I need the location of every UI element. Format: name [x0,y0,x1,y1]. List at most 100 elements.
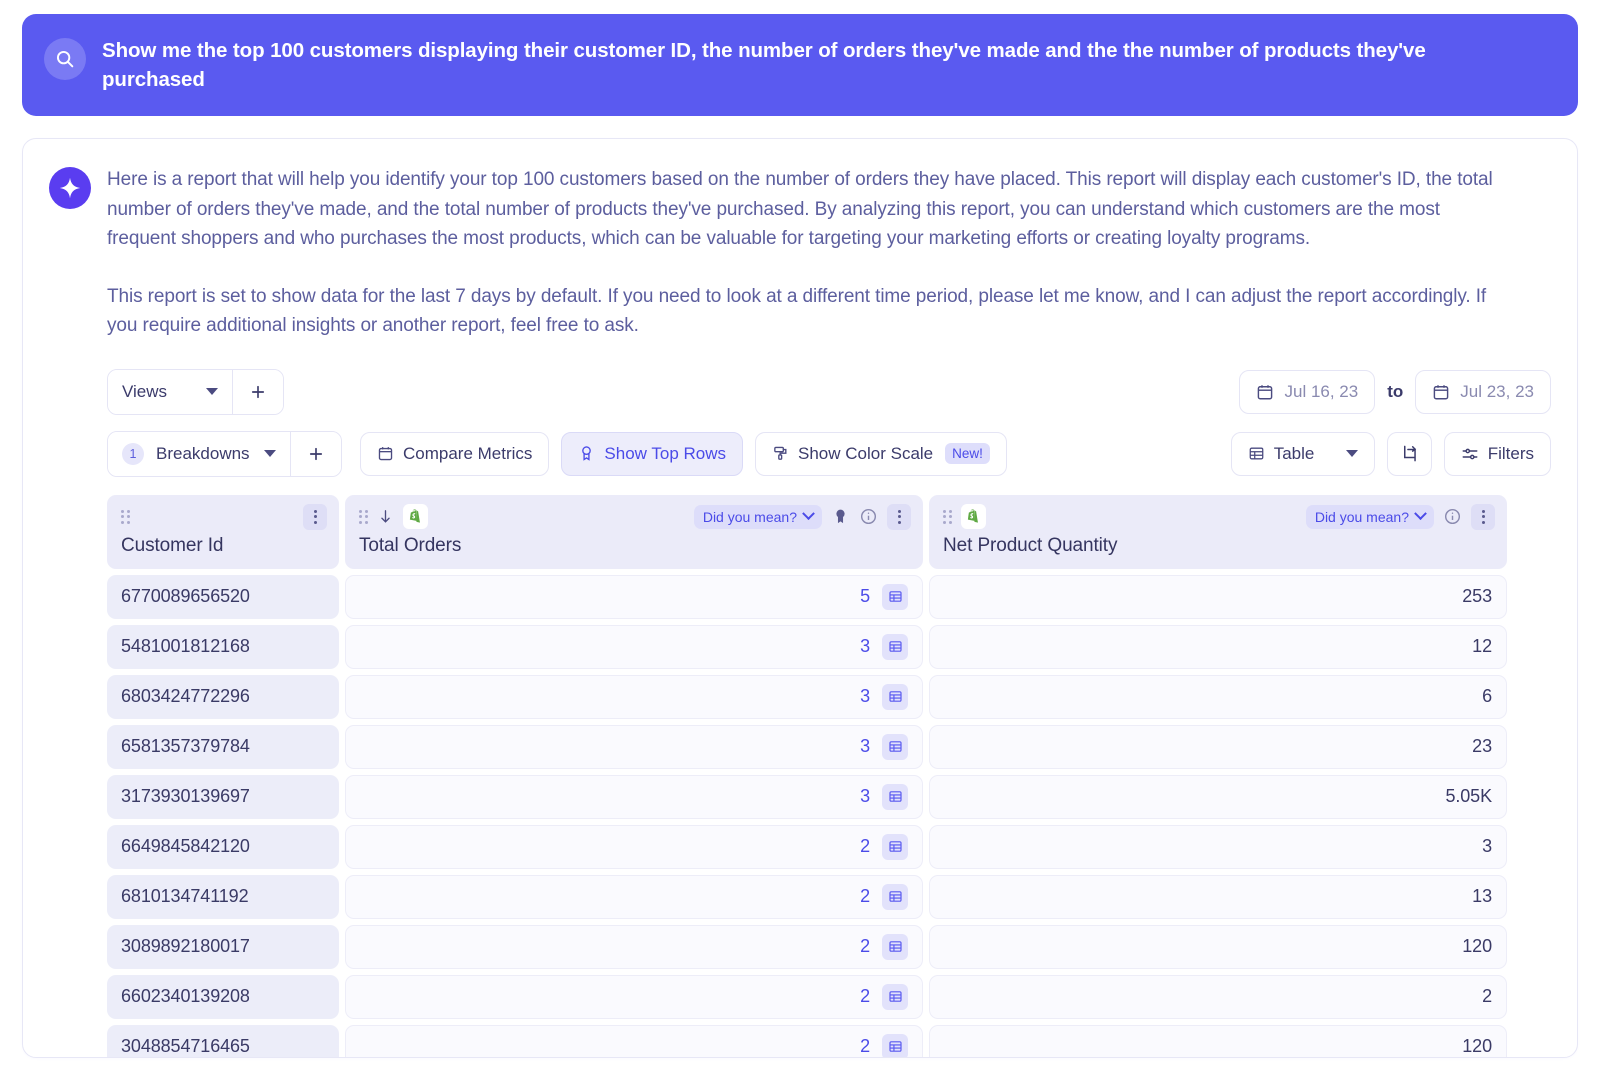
drill-down-table-icon[interactable] [882,583,908,610]
answer-paragraph-2: This report is set to show data for the … [107,285,1487,337]
total-orders-value[interactable]: 3 [860,786,870,807]
table-cell-net-product-quantity: 5.05K [929,774,1507,819]
chevron-down-icon [206,388,218,395]
table-view-label: Table [1273,443,1315,463]
medal-icon [582,446,592,461]
table-cell-total-orders: 3 [345,724,923,769]
filters-icon [1462,448,1478,459]
table-cell-customer-id: 3089892180017 [107,924,339,969]
show-top-rows-button[interactable]: Show Top Rows [561,431,744,476]
table-cell-total-orders: 2 [345,874,923,919]
table-cell-customer-id: 3048854716465 [107,1024,339,1057]
table-cell-total-orders: 2 [345,824,923,869]
drag-handle-icon[interactable] [943,509,952,524]
table-cell-net-product-quantity: 3 [929,824,1507,869]
table-cell-customer-id: 6770089656520 [107,574,339,619]
views-group: Views [107,368,284,415]
table-cell-customer-id: 5481001812168 [107,624,339,669]
total-orders-value[interactable]: 2 [860,986,870,1007]
add-view-button[interactable] [232,369,283,414]
plus-icon [251,385,265,398]
date-from-value: Jul 16, 23 [1284,381,1359,401]
new-badge: New! [945,443,990,464]
total-orders-value[interactable]: 2 [860,836,870,857]
did-you-mean-chip[interactable]: Did you mean? [1305,504,1434,529]
table-cell-total-orders: 2 [345,924,923,969]
table-cell-customer-id: 3173930139697 [107,774,339,819]
drill-down-table-icon[interactable] [882,1033,908,1057]
search-icon [44,38,86,80]
views-label: Views [122,381,168,401]
sparkle-icon [49,167,91,209]
drill-down-table-icon[interactable] [882,983,908,1010]
drag-handle-icon[interactable] [359,509,368,524]
show-color-scale-button[interactable]: Show Color Scale New! [755,431,1007,476]
table-view-select[interactable]: Table [1230,431,1375,476]
total-orders-value[interactable]: 2 [860,1036,870,1057]
table-cell-customer-id: 6810134741192 [107,874,339,919]
add-breakdown-button[interactable] [290,431,341,476]
table-cell-net-product-quantity: 253 [929,574,1507,619]
shopify-icon [960,504,986,529]
sort-descending-icon[interactable] [377,508,394,525]
chevron-down-icon [1345,450,1358,457]
drill-down-table-icon[interactable] [882,833,908,860]
drill-down-table-icon[interactable] [882,933,908,960]
paint-roller-icon [774,446,787,460]
compare-metrics-label: Compare Metrics [403,443,533,463]
chevron-down-icon [264,450,276,457]
table-cell-customer-id: 6649845842120 [107,824,339,869]
drill-down-table-icon[interactable] [882,733,908,760]
column-menu-icon[interactable] [887,503,911,530]
total-orders-value[interactable]: 2 [860,936,870,957]
show-top-rows-label: Show Top Rows [604,443,727,463]
column-header-net-product-quantity: Did you mean? Net Product Quantity [929,494,1507,569]
table-cell-net-product-quantity: 2 [929,974,1507,1019]
breakdowns-count-badge: 1 [122,442,144,465]
table-cell-total-orders: 5 [345,574,923,619]
drill-down-table-icon[interactable] [882,683,908,710]
answer-card: Here is a report that will help you iden… [22,138,1578,1058]
table-cell-total-orders: 2 [345,974,923,1019]
column-menu-icon[interactable] [1471,503,1495,530]
toolbar-row-views: Views Jul 16, 23 to Jul 23, 23 [107,368,1551,415]
table-column-net-product-quantity: Did you mean? Net Product Quantity 253 1… [929,494,1507,1057]
filters-button[interactable]: Filters [1443,431,1551,476]
drill-down-table-icon[interactable] [882,633,908,660]
table-cell-net-product-quantity: 120 [929,1024,1507,1057]
table-cell-net-product-quantity: 120 [929,924,1507,969]
total-orders-value[interactable]: 5 [860,586,870,607]
did-you-mean-chip[interactable]: Did you mean? [693,504,822,529]
breakdowns-select[interactable]: 1 Breakdowns [108,431,290,476]
transpose-button[interactable] [1386,431,1432,476]
date-to-picker[interactable]: Jul 23, 23 [1415,369,1551,414]
table-cell-net-product-quantity: 6 [929,674,1507,719]
info-icon[interactable] [859,507,878,526]
table-column-total-orders: Did you mean? Total Orders 5 3 3 3 3 2 2… [345,494,923,1057]
date-to-value: Jul 23, 23 [1460,381,1534,401]
column-title: Net Product Quantity [943,534,1118,556]
total-orders-value[interactable]: 3 [860,636,870,657]
column-header-customer-id: Customer Id [107,494,339,569]
table-column-customer-id: Customer Id 6770089656520 5481001812168 … [107,494,339,1057]
date-range-separator: to [1387,381,1404,401]
medal-icon[interactable] [831,507,850,526]
breakdowns-group: 1 Breakdowns [107,430,342,477]
drill-down-table-icon[interactable] [882,883,908,910]
column-menu-icon[interactable] [303,503,327,530]
date-from-picker[interactable]: Jul 16, 23 [1239,369,1376,414]
total-orders-value[interactable]: 3 [860,686,870,707]
info-icon[interactable] [1443,507,1462,526]
table-cell-net-product-quantity: 13 [929,874,1507,919]
chevron-down-icon [1414,507,1427,521]
column-title: Customer Id [121,534,224,556]
calendar-icon [378,447,393,461]
drill-down-table-icon[interactable] [882,783,908,810]
total-orders-value[interactable]: 3 [860,736,870,757]
show-color-scale-label: Show Color Scale [798,443,934,463]
compare-metrics-button[interactable]: Compare Metrics [360,431,550,476]
drag-handle-icon[interactable] [121,509,130,524]
did-you-mean-label: Did you mean? [702,508,797,525]
views-select[interactable]: Views [108,369,232,414]
total-orders-value[interactable]: 2 [860,886,870,907]
